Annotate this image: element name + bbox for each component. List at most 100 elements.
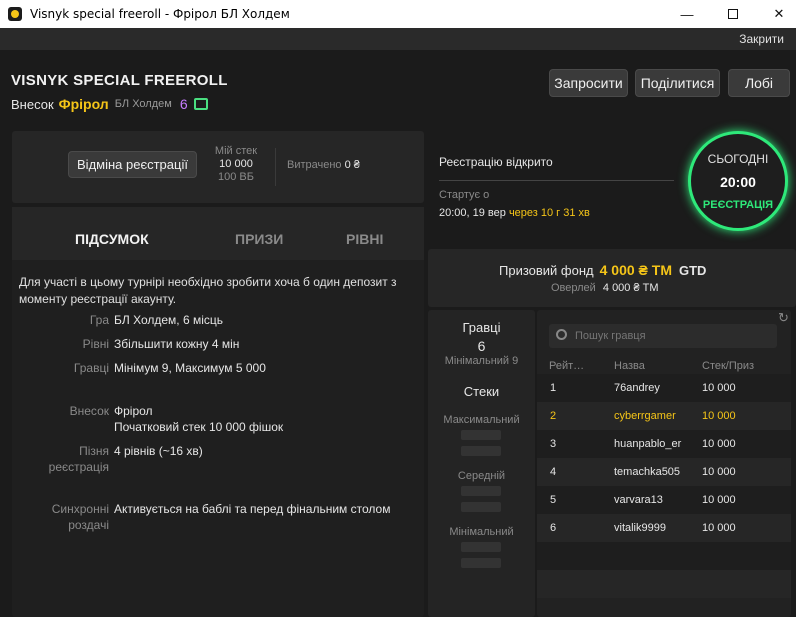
cell-rank: 4 — [550, 466, 557, 478]
avg-stack-label: Середній — [457, 470, 506, 482]
table-size: 6 — [179, 96, 188, 112]
column-header-rank[interactable]: Рейт… — [549, 360, 584, 372]
cell-stack: 10 000 — [702, 438, 736, 450]
info-value: 4 рівнів (~16 хв) — [114, 444, 203, 458]
cell-rank: 6 — [550, 522, 557, 534]
table-row — [537, 542, 791, 570]
tab-prizes[interactable]: ПРИЗИ — [235, 231, 283, 247]
deposit-note: Для участі в цьому турнірі необхідно зро… — [19, 275, 397, 306]
starts-label: Стартує о — [439, 189, 490, 201]
invite-button[interactable]: Запросити — [549, 69, 628, 97]
table-row[interactable]: 4 temachka505 10 000 — [537, 458, 791, 486]
info-key: Пізня — [79, 444, 109, 458]
cell-name: varvara13 — [614, 494, 663, 506]
my-stack-chips: 10 000 — [219, 158, 253, 170]
column-header-name[interactable]: Назва — [614, 360, 645, 372]
app-logo-icon — [8, 7, 22, 21]
tournament-subtitle: Внесок Фрірол БЛ Холдем 6 — [11, 96, 208, 112]
info-key: Синхронні — [51, 502, 109, 516]
info-key: Гра — [89, 313, 109, 327]
gift-icon — [193, 98, 208, 110]
cell-stack: 10 000 — [702, 522, 736, 534]
prize-panel: Призовий фонд 4 000 ₴ ТМ GTD Оверлей 4 0… — [428, 249, 796, 307]
maximize-button[interactable] — [710, 0, 756, 28]
start-time-line: 20:00, 19 вер через 10 г 31 хв — [439, 207, 590, 219]
info-key: Гравці — [73, 361, 109, 375]
search-icon — [556, 329, 567, 340]
info-key-2: роздачі — [68, 518, 109, 532]
table-row[interactable]: 5 varvara13 10 000 — [537, 486, 791, 514]
countdown: через 10 г 31 хв — [508, 207, 590, 219]
status-ring: СЬОГОДНІ 20:00 РЕЄСТРАЦІЯ — [688, 131, 788, 231]
cell-rank: 1 — [550, 382, 557, 394]
cell-stack: 10 000 — [702, 494, 736, 506]
table-row[interactable]: 3 huanpablo_er 10 000 — [537, 430, 791, 458]
prize-amount: 4 000 ₴ ТМ — [599, 262, 672, 278]
my-stack: Мій стек 10 000 100 ВБ — [212, 145, 260, 184]
close-link[interactable]: Закрити — [739, 32, 784, 46]
minimize-button[interactable]: — — [664, 0, 710, 28]
cell-stack: 10 000 — [702, 382, 736, 394]
info-value: БЛ Холдем, 6 місць — [114, 313, 224, 327]
my-stack-label: Мій стек — [214, 145, 258, 157]
tab-bar: ПІДСУМОК ПРИЗИ РІВНІ — [12, 207, 424, 260]
cell-rank: 3 — [550, 438, 557, 450]
info-key: Рівні — [82, 337, 109, 351]
stack-value-placeholder — [461, 558, 501, 568]
start-time: 20:00, 19 вер — [439, 207, 506, 219]
table-row[interactable]: 2 cyberrgamer 10 000 — [537, 402, 791, 430]
divider — [439, 180, 674, 181]
players-count: 6 — [477, 338, 486, 354]
min-players: Мінімальний 9 — [444, 355, 519, 367]
table-row[interactable]: 1 76andrey 10 000 — [537, 374, 791, 402]
buyin-label: Внесок — [11, 96, 54, 112]
tab-levels[interactable]: РІВНІ — [346, 231, 383, 247]
cell-rank: 5 — [550, 494, 557, 506]
search-box[interactable] — [549, 324, 777, 348]
stack-value-placeholder — [461, 502, 501, 512]
window-close-button[interactable]: ✕ — [756, 0, 796, 28]
maximize-icon — [728, 9, 738, 19]
buyin-value: Фрірол — [58, 96, 109, 112]
info-value: Мінімум 9, Максимум 5 000 — [114, 361, 266, 375]
minimize-icon: — — [680, 6, 694, 22]
overlay-value: 4 000 ₴ ТМ — [602, 282, 659, 294]
cell-name: temachka505 — [614, 466, 681, 478]
prize-line: Призовий фонд 4 000 ₴ ТМ GTD — [499, 262, 706, 278]
column-header-stack[interactable]: Стек/Приз — [702, 360, 754, 372]
table-row — [537, 570, 791, 598]
players-stats-panel: Гравці 6 Мінімальний 9 Стеки Максимальни… — [428, 310, 535, 617]
spent: Витрачено 0 ₴ — [287, 159, 360, 171]
table-row[interactable]: 6 vitalik9999 10 000 — [537, 514, 791, 542]
stack-value-placeholder — [461, 486, 501, 496]
window-titlebar: Visnyk special freeroll - Фрірол БЛ Холд… — [0, 0, 796, 28]
spent-value: 0 ₴ — [344, 159, 360, 171]
stack-value-placeholder — [461, 542, 501, 552]
tournament-title: VISNYK SPECIAL FREEROLL — [11, 72, 228, 89]
prize-gtd: GTD — [679, 263, 707, 278]
ring-state: РЕЄСТРАЦІЯ — [702, 199, 774, 211]
overlay-line: Оверлей 4 000 ₴ ТМ — [551, 282, 659, 294]
ring-day: СЬОГОДНІ — [707, 152, 769, 166]
cell-name: vitalik9999 — [614, 522, 666, 534]
info-value: Фрірол — [114, 404, 153, 418]
stack-value-placeholder — [461, 446, 501, 456]
refresh-icon[interactable]: ↻ — [778, 310, 789, 326]
spent-label: Витрачено — [287, 159, 342, 171]
cell-stack: 10 000 — [702, 410, 736, 422]
cell-name: 76andrey — [614, 382, 660, 394]
max-stack-label: Максимальний — [443, 414, 520, 426]
registration-status: Реєстрацію відкрито — [439, 155, 553, 169]
divider — [275, 148, 276, 186]
share-button[interactable]: Поділитися — [635, 69, 720, 97]
window-title: Visnyk special freeroll - Фрірол БЛ Холд… — [30, 7, 290, 21]
cancel-registration-button[interactable]: Відміна реєстрації — [68, 151, 197, 178]
tab-summary[interactable]: ПІДСУМОК — [75, 231, 149, 247]
search-input[interactable] — [575, 327, 770, 345]
cell-stack: 10 000 — [702, 466, 736, 478]
min-stack-label: Мінімальний — [449, 526, 514, 538]
game-type: БЛ Холдем — [114, 98, 172, 110]
ring-time: 20:00 — [720, 174, 756, 190]
close-icon: ✕ — [773, 6, 785, 21]
lobby-button[interactable]: Лобі — [728, 69, 790, 97]
